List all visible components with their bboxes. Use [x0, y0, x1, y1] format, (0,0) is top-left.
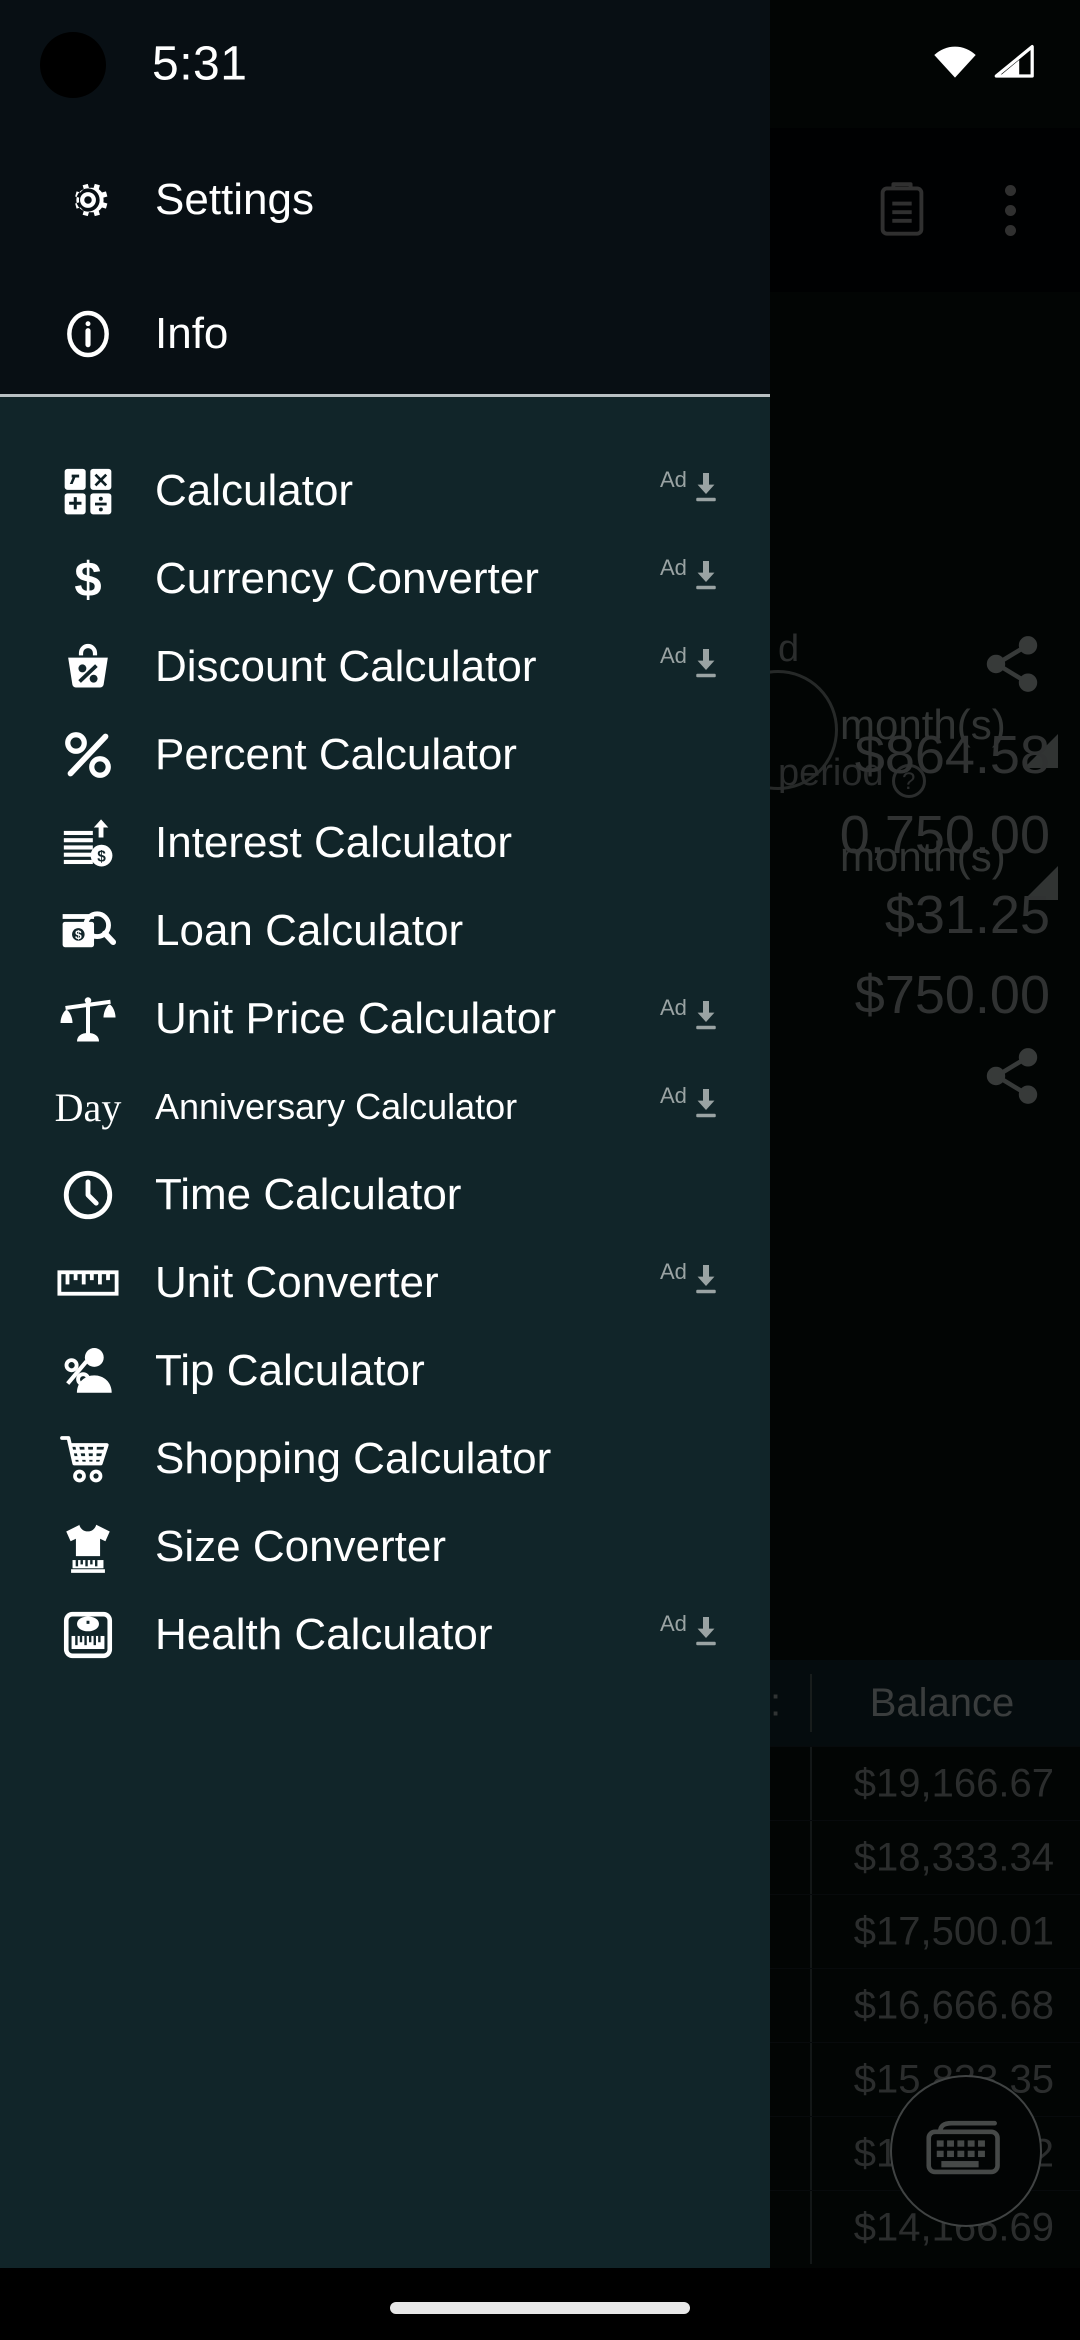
wifi-icon	[932, 44, 978, 85]
drawer-item-label: Size Converter	[155, 1522, 447, 1571]
drawer-item-info[interactable]: Info	[0, 268, 770, 400]
drawer-item-label: Shopping Calculator	[155, 1434, 552, 1483]
svg-text:$: $	[97, 848, 106, 865]
drawer-item-label: Time Calculator	[155, 1170, 462, 1219]
ad-label: Ad	[660, 467, 687, 492]
drawer-item-label: Tip Calculator	[155, 1346, 425, 1395]
ad-badge[interactable]: Ad	[660, 997, 721, 1036]
status-bar-icons	[932, 44, 1036, 85]
ad-badge[interactable]: Ad	[660, 645, 721, 684]
ad-badge[interactable]: Ad	[660, 557, 721, 596]
drawer-item-settings[interactable]: Settings	[0, 134, 770, 266]
drawer-item-health-calculator[interactable]: Health Calculator Ad	[0, 1569, 770, 1701]
svg-text:$: $	[75, 928, 82, 942]
ad-badge[interactable]: Ad	[660, 1085, 721, 1124]
download-icon	[691, 1087, 721, 1124]
home-gesture-pill[interactable]	[390, 2302, 690, 2314]
status-bar-clock: 5:31	[152, 37, 248, 91]
drawer-item-label: Anniversary Calculator	[155, 1086, 518, 1127]
drawer-item-label: Interest Calculator	[155, 818, 513, 867]
phone-screen: d month(s) ly period? month(s)	[0, 0, 1080, 2340]
drawer-item-label: Info	[155, 309, 229, 358]
ad-label: Ad	[660, 995, 687, 1020]
download-icon	[691, 559, 721, 596]
drawer-item-label: Percent Calculator	[155, 730, 517, 779]
ad-label: Ad	[660, 555, 687, 580]
download-icon	[691, 1615, 721, 1652]
svg-text:$: $	[74, 554, 101, 608]
ad-label: Ad	[660, 643, 687, 668]
system-nav-bar	[0, 2268, 1080, 2340]
drawer-item-label: Unit Price Calculator	[155, 994, 557, 1043]
download-icon	[691, 647, 721, 684]
weight-scale-icon	[52, 1599, 124, 1671]
ad-badge[interactable]: Ad	[660, 1261, 721, 1300]
drawer-item-label: Loan Calculator	[155, 906, 464, 955]
cellular-signal-icon	[994, 44, 1036, 85]
ad-label: Ad	[660, 1611, 687, 1636]
day-glyph: Day	[54, 1084, 122, 1130]
ad-label: Ad	[660, 1083, 687, 1108]
navigation-drawer: Settings Info Calculator Ad $ Currency C…	[0, 0, 770, 2340]
drawer-item-label: Settings	[155, 175, 314, 224]
drawer-item-label: Currency Converter	[155, 554, 539, 603]
drawer-item-label: Calculator	[155, 466, 354, 515]
download-icon	[691, 471, 721, 508]
ad-badge[interactable]: Ad	[660, 469, 721, 508]
drawer-item-label: Unit Converter	[155, 1258, 439, 1307]
ad-label: Ad	[660, 1259, 687, 1284]
info-circle-icon	[52, 298, 124, 370]
drawer-item-label: Health Calculator	[155, 1610, 493, 1659]
drawer-item-label: Discount Calculator	[155, 642, 537, 691]
gear-icon	[52, 164, 124, 236]
camera-punch-hole	[40, 32, 106, 98]
status-bar: 5:31	[0, 0, 1080, 128]
ad-badge[interactable]: Ad	[660, 1613, 721, 1652]
download-icon	[691, 1263, 721, 1300]
download-icon	[691, 999, 721, 1036]
